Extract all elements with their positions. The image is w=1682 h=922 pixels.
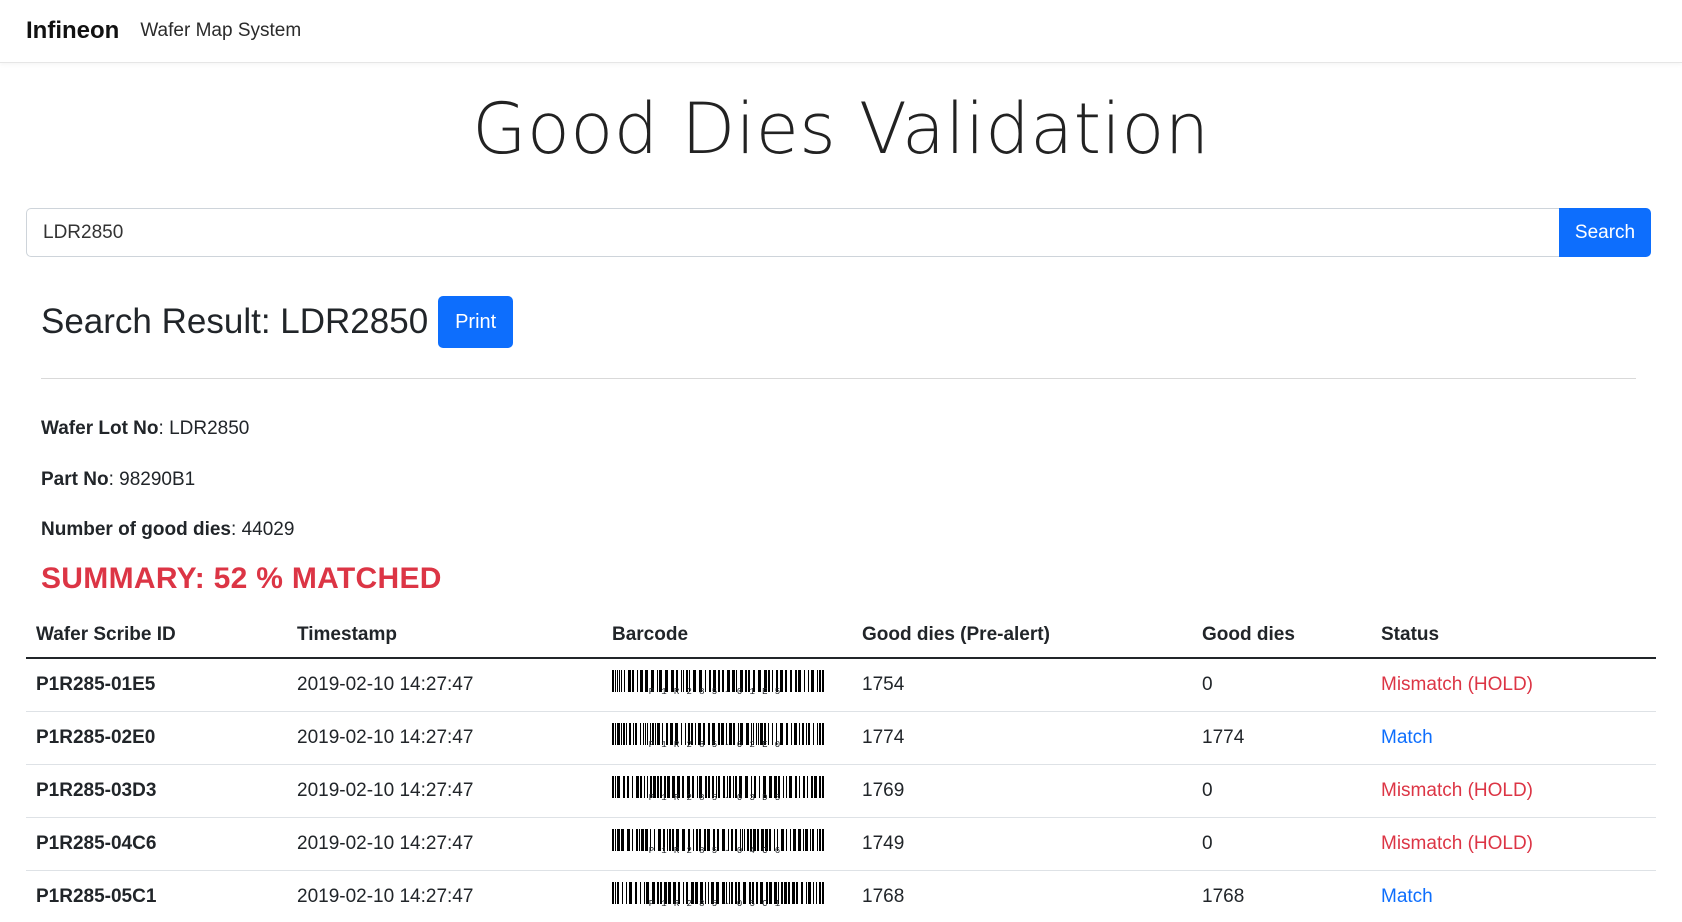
table-row: P1R285-03D3 2019-02-10 14:27:47 P1R285-03D… [26,764,1656,818]
table-header-row: Wafer Scribe ID Timestamp Barcode Good d… [26,613,1656,659]
barcode-image: P1R285-05C1 [612,881,824,912]
result-title: Search Result: LDR2850 [41,302,429,341]
cell-prealert: 1774 [852,711,1192,765]
cell-barcode: P1R285-02E0 [602,711,852,765]
cell-timestamp: 2019-02-10 14:27:47 [287,817,602,871]
header-status: Status [1371,613,1656,659]
cell-barcode: P1R285-01E5 [602,658,852,712]
barcode-text: P1R285-02E0 [623,740,813,750]
search-group: Search [26,208,1651,257]
cell-status: Mismatch (HOLD) [1371,658,1656,712]
summary-text: SUMMARY: 52 % MATCHED [41,562,442,595]
cell-scribe-id: P1R285-01E5 [26,658,287,712]
info-lot-label: Wafer Lot No [41,418,159,439]
cell-timestamp: 2019-02-10 14:27:47 [287,870,602,922]
cell-barcode: P1R285-05C1 [602,870,852,922]
header-barcode: Barcode [602,613,852,659]
search-input[interactable] [26,208,1559,257]
cell-good-dies: 0 [1192,658,1371,712]
cell-barcode: P1R285-04C6 [602,817,852,871]
table-row: P1R285-05C1 2019-02-10 14:27:47 P1R285-05C… [26,870,1656,922]
info-part-label: Part No [41,469,109,490]
table-row: P1R285-01E5 2019-02-10 14:27:47 P1R285-01E… [26,658,1656,712]
barcode-image: P1R285-01E5 [612,669,824,700]
info-dies-label: Number of good dies [41,519,231,540]
cell-status: Mismatch (HOLD) [1371,817,1656,871]
table-row: P1R285-04C6 2019-02-10 14:27:47 P1R285-04C… [26,817,1656,871]
divider [41,378,1636,379]
info-good-dies: Number of good dies: 44029 [41,519,295,540]
header-scribe-id: Wafer Scribe ID [26,613,287,659]
cell-status: Match [1371,711,1656,765]
barcode-text: P1R285-03D3 [623,793,813,803]
cell-prealert: 1769 [852,764,1192,818]
cell-prealert: 1749 [852,817,1192,871]
cell-timestamp: 2019-02-10 14:27:47 [287,658,602,712]
barcode-text: P1R285-01E5 [623,687,813,697]
info-lot-no: Wafer Lot No: LDR2850 [41,418,250,439]
cell-prealert: 1754 [852,658,1192,712]
brand-link[interactable]: Infineon [26,17,119,45]
table-row: P1R285-02E0 2019-02-10 14:27:47 P1R285-02E… [26,711,1656,765]
header-timestamp: Timestamp [287,613,602,659]
page-title: Good Dies Validation [472,88,1210,170]
info-dies-value: 44029 [241,519,295,540]
search-button[interactable]: Search [1559,208,1651,257]
cell-timestamp: 2019-02-10 14:27:47 [287,764,602,818]
header-prealert: Good dies (Pre-alert) [852,613,1192,659]
info-part-no: Part No: 98290B1 [41,469,196,490]
barcode-text: P1R285-05C1 [623,899,813,909]
cell-status: Mismatch (HOLD) [1371,764,1656,818]
nav-link-wafer-map-system[interactable]: Wafer Map System [140,20,301,42]
cell-good-dies: 1774 [1192,711,1371,765]
cell-scribe-id: P1R285-02E0 [26,711,287,765]
cell-good-dies: 0 [1192,764,1371,818]
cell-scribe-id: P1R285-03D3 [26,764,287,818]
top-navbar: Infineon Wafer Map System [0,0,1682,63]
cell-good-dies: 0 [1192,817,1371,871]
info-lot-value: LDR2850 [169,418,250,439]
print-button[interactable]: Print [438,296,514,348]
cell-scribe-id: P1R285-05C1 [26,870,287,922]
barcode-image: P1R285-04C6 [612,828,824,859]
cell-timestamp: 2019-02-10 14:27:47 [287,711,602,765]
barcode-text: P1R285-04C6 [623,846,813,856]
barcode-image: P1R285-02E0 [612,722,824,753]
cell-prealert: 1768 [852,870,1192,922]
header-good-dies: Good dies [1192,613,1371,659]
cell-barcode: P1R285-03D3 [602,764,852,818]
barcode-image: P1R285-03D3 [612,775,824,806]
cell-good-dies: 1768 [1192,870,1371,922]
results-table: Wafer Scribe ID Timestamp Barcode Good d… [26,613,1656,922]
info-part-value: 98290B1 [119,469,196,490]
cell-scribe-id: P1R285-04C6 [26,817,287,871]
result-header: Search Result: LDR2850 Print [41,296,514,348]
cell-status: Match [1371,870,1656,922]
